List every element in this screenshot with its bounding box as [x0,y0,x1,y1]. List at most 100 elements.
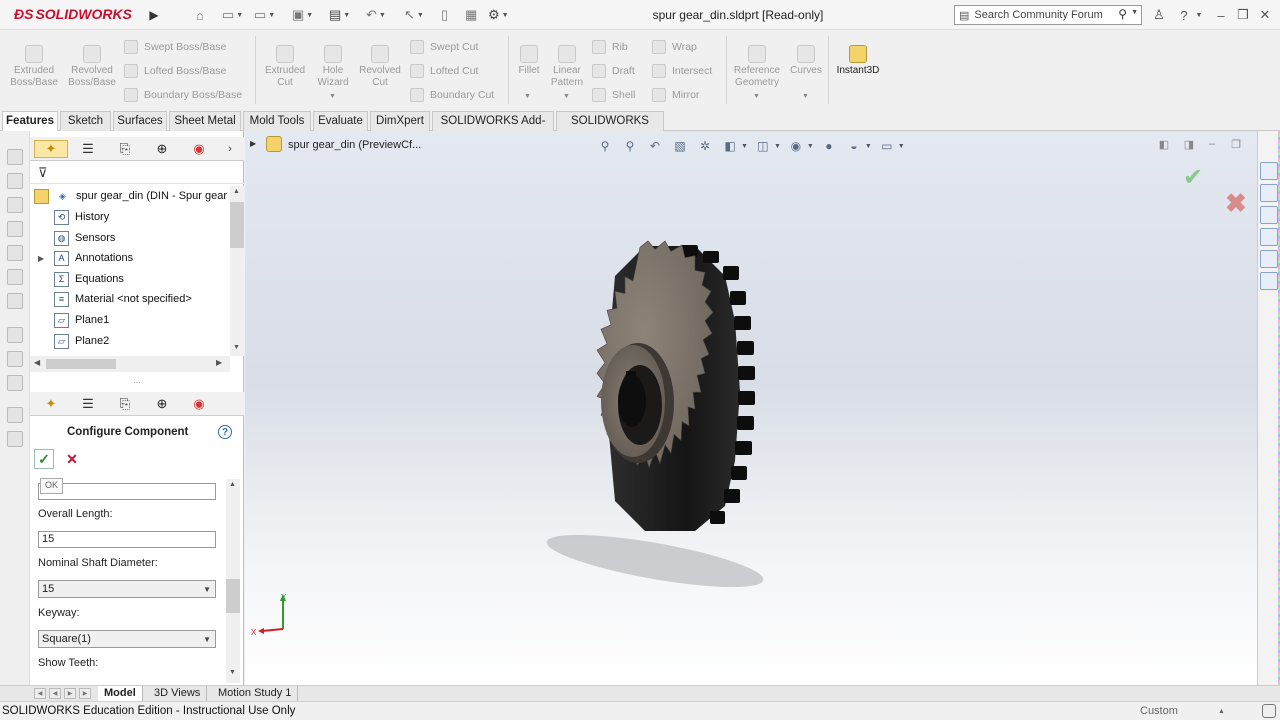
shell-button[interactable]: Shell [592,86,635,104]
select-pointer-icon[interactable]: ↖ ▼ [404,6,424,24]
linear-pattern-button[interactable]: Linear Pattern [548,45,586,89]
chevron-down-icon[interactable]: ▼ [417,12,424,19]
tree-scroll-thumb[interactable] [230,202,244,248]
print-icon[interactable]: ▤ ▼ [329,6,350,24]
chevron-down-icon[interactable]: ▼ [753,93,760,100]
close-icon[interactable]: ✕ [1256,5,1274,25]
rebuild-icon[interactable]: ▯ [441,6,448,24]
restore-icon[interactable]: ❐ [1234,5,1252,25]
previous-view-icon[interactable]: ↶ [645,137,665,155]
number-of-teeth-field[interactable]: 30 [38,483,216,500]
tree-hscroll-thumb[interactable] [46,359,116,369]
chevron-down-icon[interactable]: ▼ [1131,9,1138,16]
display-manager-tab-icon[interactable]: ◉ [182,140,216,158]
minimize-icon[interactable]: – [1203,135,1221,153]
search-input[interactable]: ▤ Search Community Forum ⚲ ▼ [954,5,1142,25]
feature-tool-icon[interactable] [7,407,23,423]
confirmation-cancel-icon[interactable]: ✖ [1225,188,1247,219]
appearances-icon[interactable] [1260,250,1278,268]
chevron-down-icon[interactable]: ▼ [807,143,814,150]
part-icon[interactable] [266,136,282,152]
last-tab-icon[interactable]: ▶ [79,688,91,699]
splitter-grip[interactable]: ⋯ [133,378,141,387]
boundary-boss-button[interactable]: Boundary Boss/Base [124,86,242,104]
filter-icon[interactable]: ⊽ [38,165,48,181]
design-library-icon[interactable] [1260,184,1278,202]
cancel-button[interactable]: ✕ [62,449,82,469]
ok-button[interactable]: ✓ [34,449,54,469]
chevron-down-icon[interactable]: ▼ [379,12,386,19]
unit-system[interactable]: Custom [1140,705,1178,717]
lofted-cut-button[interactable]: Lofted Cut [410,62,478,80]
hole-wizard-button[interactable]: Hole Wizard [312,45,354,89]
dimxpert-manager-tab-icon[interactable]: ⊕ [145,140,179,158]
solidworks-resources-icon[interactable] [1260,162,1278,180]
chevron-down-icon[interactable]: ▲ [1218,708,1225,715]
configuration-manager-tab-icon[interactable]: ⎘ [108,140,142,158]
user-icon[interactable]: ♙ [1150,5,1168,25]
chevron-down-icon[interactable]: ▼ [865,143,872,150]
custom-properties-icon[interactable] [1260,272,1278,290]
chevron-down-icon[interactable]: ▼ [268,12,275,19]
feature-tool-icon[interactable] [7,293,23,309]
fillet-button[interactable]: Fillet [512,45,546,77]
zoom-to-area-icon[interactable]: ⚲ [620,137,640,155]
tile-right-icon[interactable]: ◨ [1180,135,1198,153]
intersect-button[interactable]: Intersect [652,62,712,80]
tree-root[interactable]: ◈ spur gear_din (DIN - Spur gear [34,186,230,206]
rib-button[interactable]: Rib [592,38,628,56]
panel-scroll-right-icon[interactable]: › [222,140,238,158]
tree-item-sensors[interactable]: ◍ Sensors [54,228,230,248]
hide-show-items-icon[interactable]: ◉ [786,137,806,155]
view-palette-icon[interactable] [1260,228,1278,246]
view-orientation-icon[interactable]: ◧ [720,137,740,155]
tab-solidworks-add-ins[interactable]: SOLIDWORKS Add-Ins [432,111,554,145]
feature-manager-tab-icon[interactable]: ✦ [34,395,68,413]
revolved-boss-button[interactable]: Revolved Boss/Base [66,45,118,89]
tree-item-equations[interactable]: Σ Equations [54,269,230,289]
confirmation-ok-icon[interactable]: ✔ [1183,163,1203,192]
undo-icon[interactable]: ↶ ▼ [366,6,386,24]
new-document-icon[interactable]: ▭ ▼ [222,6,243,24]
tab-features[interactable]: Features [2,111,58,132]
tab-surfaces[interactable]: Surfaces [113,111,167,131]
expand-arrow-icon[interactable]: ▶ [250,139,256,148]
instant3d-button[interactable]: Instant3D [832,45,884,77]
lofted-boss-button[interactable]: Lofted Boss/Base [124,62,226,80]
next-tab-icon[interactable]: ▶ [64,688,76,699]
previous-tab-icon[interactable]: ◀ [49,688,61,699]
tree-item-plane2[interactable]: ▱ Plane2 [54,331,230,351]
breadcrumb[interactable]: spur gear_din (PreviewCf... [288,139,421,151]
tree-item-plane1[interactable]: ▱ Plane1 [54,310,230,330]
tab-sketch[interactable]: Sketch [60,111,111,131]
spur-gear-model[interactable] [545,231,785,601]
chevron-down-icon[interactable]: ▼ [524,93,531,100]
property-manager-tab-icon[interactable]: ☰ [71,140,105,158]
chevron-down-icon[interactable]: ▼ [203,632,211,648]
chevron-down-icon[interactable]: ▼ [306,12,313,19]
dimxpert-manager-tab-icon[interactable]: ⊕ [145,395,179,413]
wrap-button[interactable]: Wrap [652,38,697,56]
feature-tool-icon[interactable] [7,351,23,367]
swept-cut-button[interactable]: Swept Cut [410,38,478,56]
tab-solidworks-mbd[interactable]: SOLIDWORKS MBD [556,111,664,145]
apply-scene-icon[interactable]: ◒ [844,137,864,155]
scroll-right-icon[interactable]: ▶ [216,358,222,367]
view-settings-icon[interactable]: ▭ [877,137,897,155]
edit-appearance-icon[interactable]: ● [819,137,839,155]
chevron-down-icon[interactable]: ▼ [1194,5,1204,25]
scroll-down-icon[interactable]: ▼ [229,669,236,676]
property-scroll-thumb[interactable] [226,579,240,613]
tab-motion-study-1[interactable]: Motion Study 1 [212,686,299,701]
revolved-cut-button[interactable]: Revolved Cut [356,45,404,89]
mirror-button[interactable]: Mirror [652,86,699,104]
file-explorer-icon[interactable] [1260,206,1278,224]
section-view-icon[interactable]: ▧ [670,137,690,155]
tab-evaluate[interactable]: Evaluate [313,111,368,131]
home-icon[interactable]: ⌂ [196,6,204,24]
tree-scrollbar[interactable]: ▲ ▼ [230,186,244,356]
scroll-down-icon[interactable]: ▼ [233,344,240,351]
menu-expand-arrow-icon[interactable]: ▶ [146,4,162,26]
swept-boss-button[interactable]: Swept Boss/Base [124,38,226,56]
zoom-to-fit-icon[interactable]: ⚲ [595,137,615,155]
